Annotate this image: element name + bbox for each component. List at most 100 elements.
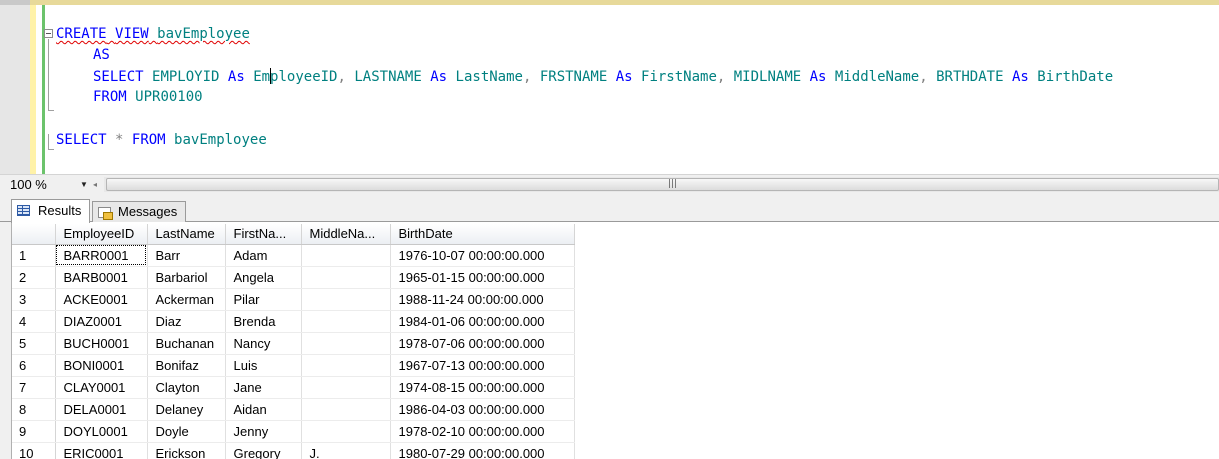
cell-employee-id[interactable]: DIAZ0001: [55, 310, 148, 333]
table-row[interactable]: 10 ERIC0001 Erickson Gregory J. 1980-07-29 00…: [12, 442, 575, 459]
outline-guide-end: [48, 110, 54, 111]
cell-middle-name[interactable]: [301, 376, 391, 399]
table-row[interactable]: 7 CLAY0001 Clayton Jane 1974-08-15 00:00:00.…: [12, 376, 575, 399]
row-number[interactable]: 8: [12, 398, 56, 421]
cell-first-name[interactable]: Luis: [225, 354, 302, 377]
keyword-as: As: [615, 69, 633, 85]
keyword-select: SELECT: [56, 132, 107, 148]
table-row[interactable]: 1 BARR0001 Barr Adam 1976-10-07 00:00:00.000: [12, 244, 575, 267]
editor-status-row: 100 % ▼ ◂ |||: [0, 174, 1219, 194]
results-grid[interactable]: EmployeeID LastName FirstNa... MiddleNa.…: [12, 224, 575, 459]
cell-first-name[interactable]: Nancy: [225, 332, 302, 355]
row-number[interactable]: 7: [12, 376, 56, 399]
cell-birth-date[interactable]: 1988-11-24 00:00:00.000: [390, 288, 575, 311]
cell-birth-date[interactable]: 1986-04-03 00:00:00.000: [390, 398, 575, 421]
row-number[interactable]: 6: [12, 354, 56, 377]
cell-last-name[interactable]: Erickson: [147, 442, 226, 459]
code-line-4[interactable]: FROM UPR00100: [93, 89, 203, 106]
table-row[interactable]: 4 DIAZ0001 Diaz Brenda 1984-01-06 00:00:00.0…: [12, 310, 575, 333]
cell-middle-name[interactable]: [301, 354, 391, 377]
cell-first-name[interactable]: Jenny: [225, 420, 302, 443]
column-header[interactable]: LastName: [147, 224, 226, 245]
cell-employee-id[interactable]: DELA0001: [55, 398, 148, 421]
keyword-from: FROM: [131, 132, 166, 148]
table-row[interactable]: 9 DOYL0001 Doyle Jenny 1978-02-10 00:00:00.0…: [12, 420, 575, 443]
table-row[interactable]: 3 ACKE0001 Ackerman Pilar 1988-11-24 00:00:0…: [12, 288, 575, 311]
cell-last-name[interactable]: Doyle: [147, 420, 226, 443]
comma: ,: [522, 69, 532, 85]
column-header[interactable]: FirstNa...: [225, 224, 302, 245]
cell-first-name[interactable]: Jane: [225, 376, 302, 399]
cell-employee-id[interactable]: BUCH0001: [55, 332, 148, 355]
collapse-region-icon[interactable]: [44, 29, 53, 38]
cell-middle-name[interactable]: [301, 332, 391, 355]
cell-first-name[interactable]: Brenda: [225, 310, 302, 333]
tab-results[interactable]: Results: [11, 199, 90, 223]
cell-middle-name[interactable]: [301, 310, 391, 333]
cell-employee-id[interactable]: ERIC0001: [55, 442, 148, 459]
cell-middle-name[interactable]: [301, 288, 391, 311]
cell-birth-date[interactable]: 1965-01-15 00:00:00.000: [390, 266, 575, 289]
cell-middle-name[interactable]: J.: [301, 442, 391, 459]
cell-employee-id[interactable]: BARB0001: [55, 266, 148, 289]
column-header[interactable]: MiddleNa...: [301, 224, 391, 245]
scroll-left-icon[interactable]: ◂: [89, 178, 101, 191]
cell-first-name[interactable]: Gregory: [225, 442, 302, 459]
table-row[interactable]: 5 BUCH0001 Buchanan Nancy 1978-07-06 00:00:0…: [12, 332, 575, 355]
cell-last-name[interactable]: Delaney: [147, 398, 226, 421]
alias-part: Em: [253, 69, 271, 85]
cell-last-name[interactable]: Clayton: [147, 376, 226, 399]
row-number[interactable]: 4: [12, 310, 56, 333]
code-line-3[interactable]: SELECT EMPLOYID As EmployeeID, LASTNAME …: [93, 68, 1113, 86]
cell-last-name[interactable]: Bonifaz: [147, 354, 226, 377]
table-row[interactable]: 6 BONI0001 Bonifaz Luis 1967-07-13 00:00:00.…: [12, 354, 575, 377]
cell-middle-name[interactable]: [301, 266, 391, 289]
cell-last-name[interactable]: Diaz: [147, 310, 226, 333]
cell-birth-date[interactable]: 1984-01-06 00:00:00.000: [390, 310, 575, 333]
code-line-2[interactable]: AS: [93, 47, 110, 64]
cell-first-name[interactable]: Pilar: [225, 288, 302, 311]
cell-employee-id[interactable]: DOYL0001: [55, 420, 148, 443]
column-header[interactable]: BirthDate: [390, 224, 575, 245]
cell-last-name[interactable]: Barr: [147, 244, 226, 267]
cell-first-name[interactable]: Adam: [225, 244, 302, 267]
row-number[interactable]: 3: [12, 288, 56, 311]
horizontal-scroll-thumb[interactable]: [106, 178, 1219, 191]
cell-employee-id[interactable]: ACKE0001: [55, 288, 148, 311]
chevron-down-icon[interactable]: ▼: [80, 175, 88, 194]
table-row[interactable]: 2 BARB0001 Barbariol Angela 1965-01-15 00:00…: [12, 266, 575, 289]
cell-last-name[interactable]: Barbariol: [147, 266, 226, 289]
cell-employee-id[interactable]: BARR0001: [55, 244, 148, 267]
cell-last-name[interactable]: Buchanan: [147, 332, 226, 355]
zoom-dropdown[interactable]: 100 % ▼: [10, 175, 88, 194]
code-line-1[interactable]: CREATE VIEW bavEmployee: [56, 26, 250, 43]
column-header[interactable]: EmployeeID: [55, 224, 148, 245]
cell-middle-name[interactable]: [301, 420, 391, 443]
table-row[interactable]: 8 DELA0001 Delaney Aidan 1986-04-03 00:00:00…: [12, 398, 575, 421]
cell-birth-date[interactable]: 1978-02-10 00:00:00.000: [390, 420, 575, 443]
row-number[interactable]: 5: [12, 332, 56, 355]
cell-first-name[interactable]: Angela: [225, 266, 302, 289]
row-number[interactable]: 2: [12, 266, 56, 289]
row-number[interactable]: 10: [12, 442, 56, 459]
cell-last-name[interactable]: Ackerman: [147, 288, 226, 311]
cell-employee-id[interactable]: BONI0001: [55, 354, 148, 377]
cell-birth-date[interactable]: 1974-08-15 00:00:00.000: [390, 376, 575, 399]
cell-middle-name[interactable]: [301, 398, 391, 421]
row-header-corner[interactable]: [12, 224, 56, 245]
alias-part: ployeeID: [270, 69, 338, 85]
tab-messages[interactable]: Messages: [92, 201, 186, 222]
cell-birth-date[interactable]: 1978-07-06 00:00:00.000: [390, 332, 575, 355]
zoom-value: 100 %: [10, 177, 47, 192]
cell-employee-id[interactable]: CLAY0001: [55, 376, 148, 399]
cell-birth-date[interactable]: 1980-07-29 00:00:00.000: [390, 442, 575, 459]
row-number[interactable]: 9: [12, 420, 56, 443]
tab-results-label: Results: [38, 203, 82, 218]
comma: ,: [919, 69, 928, 85]
cell-birth-date[interactable]: 1976-10-07 00:00:00.000: [390, 244, 575, 267]
row-number[interactable]: 1: [12, 244, 56, 267]
code-line-6[interactable]: SELECT * FROM bavEmployee: [56, 132, 267, 149]
cell-birth-date[interactable]: 1967-07-13 00:00:00.000: [390, 354, 575, 377]
cell-first-name[interactable]: Aidan: [225, 398, 302, 421]
cell-middle-name[interactable]: [301, 244, 391, 267]
